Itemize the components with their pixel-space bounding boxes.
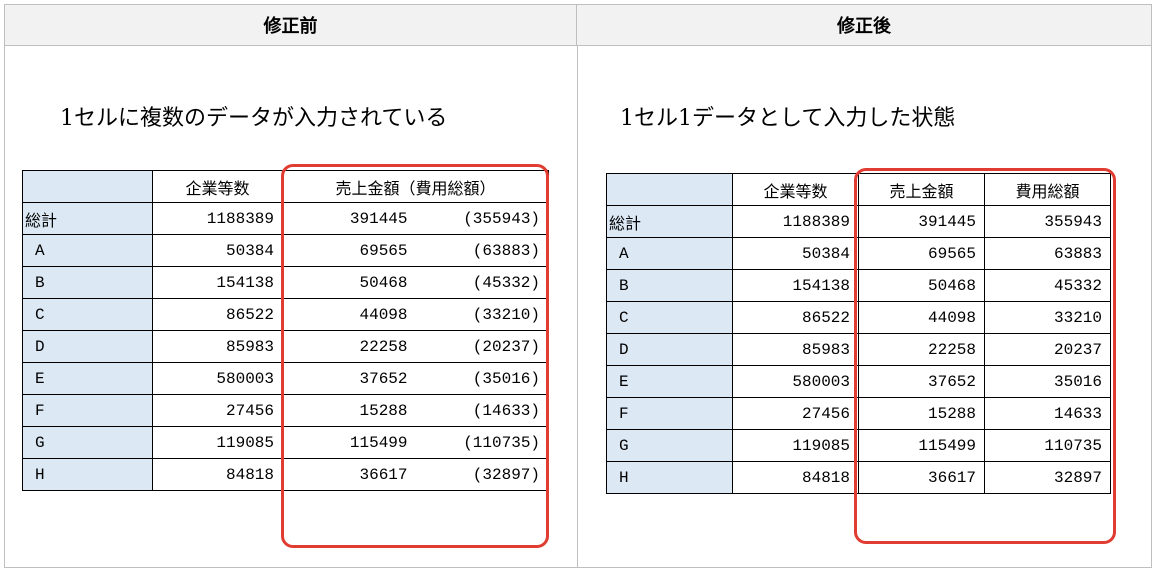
companies-cell: 50384 — [732, 237, 859, 270]
row-label: B — [22, 266, 153, 299]
companies-cell: 84818 — [732, 461, 859, 494]
header-before: 修正前 — [5, 5, 577, 46]
companies-cell: 85983 — [732, 333, 859, 366]
companies-cell: 154138 — [152, 266, 283, 299]
companies-cell: 84818 — [152, 458, 283, 491]
highlight-box-after — [854, 168, 1116, 544]
companies-cell: 86522 — [732, 301, 859, 334]
row-label: D — [606, 333, 733, 366]
caption-before: 1セルに複数のデータが入力されている — [60, 106, 448, 131]
companies-cell: 27456 — [732, 397, 859, 430]
companies-cell: 119085 — [152, 426, 283, 459]
row-label: B — [606, 269, 733, 302]
header-companies: 企業等数 — [732, 173, 859, 206]
row-label: D — [22, 330, 153, 363]
companies-cell: 1188389 — [732, 205, 859, 238]
row-label: 総計 — [606, 205, 733, 238]
companies-cell: 85983 — [152, 330, 283, 363]
row-label: G — [22, 426, 153, 459]
row-label: C — [606, 301, 733, 334]
companies-cell: 27456 — [152, 394, 283, 427]
companies-cell: 154138 — [732, 269, 859, 302]
row-label: E — [606, 365, 733, 398]
row-label: 総計 — [22, 202, 153, 235]
row-label: H — [606, 461, 733, 494]
companies-cell: 86522 — [152, 298, 283, 331]
header-companies: 企業等数 — [152, 170, 283, 203]
row-label: F — [606, 397, 733, 430]
row-label: A — [22, 234, 153, 267]
corner-cell — [22, 170, 153, 203]
companies-cell: 119085 — [732, 429, 859, 462]
row-label: G — [606, 429, 733, 462]
highlight-box-before — [281, 164, 549, 548]
row-label: A — [606, 237, 733, 270]
companies-cell: 50384 — [152, 234, 283, 267]
companies-cell: 580003 — [732, 365, 859, 398]
column-divider — [577, 46, 578, 567]
row-label: E — [22, 362, 153, 395]
row-label: F — [22, 394, 153, 427]
companies-cell: 1188389 — [152, 202, 283, 235]
companies-cell: 580003 — [152, 362, 283, 395]
header-after: 修正後 — [577, 5, 1151, 46]
row-label: H — [22, 458, 153, 491]
corner-cell — [606, 173, 733, 206]
caption-after: 1セル1データとして入力した状態 — [620, 106, 956, 131]
row-label: C — [22, 298, 153, 331]
